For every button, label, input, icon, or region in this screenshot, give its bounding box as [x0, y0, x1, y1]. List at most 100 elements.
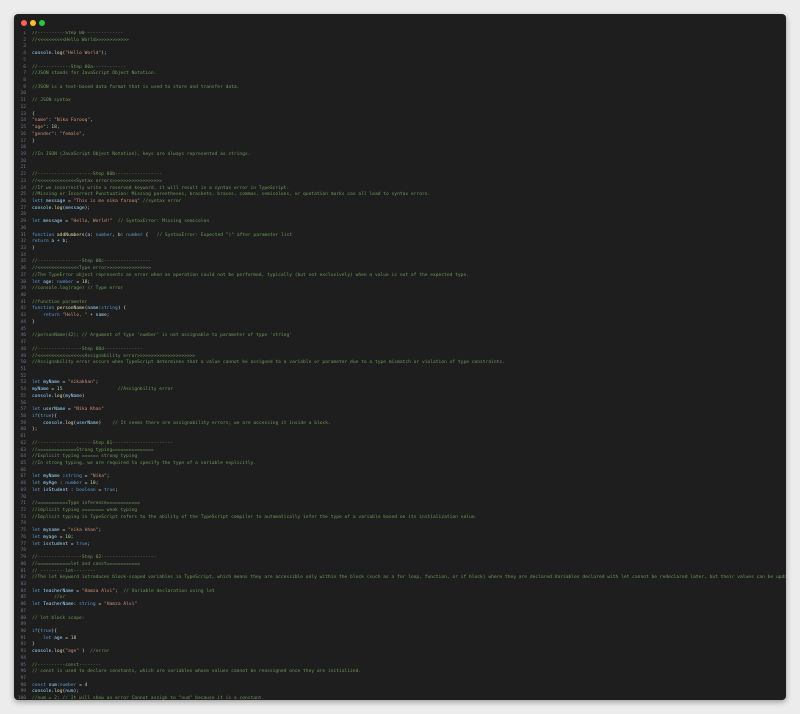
code-line[interactable]: 76 let myage = 10;	[14, 535, 786, 542]
code-line[interactable]: 1 //----------Step 00--------------	[14, 31, 786, 38]
code-line[interactable]: 36 //<<<<<<<<<<<<<<<Type error>>>>>>>>>>>…	[14, 266, 786, 273]
code-line[interactable]: 86 let TeacherName: string = "Hamza Alvi"	[14, 602, 786, 609]
code-line[interactable]: 55 console.log(myName)	[14, 394, 786, 401]
code-line[interactable]: 22 //--------------------Step 00b--------…	[14, 172, 786, 179]
code-line[interactable]: 16 "gender": "female",	[14, 132, 786, 139]
code-line[interactable]: 52	[14, 374, 786, 381]
code-token: ){	[51, 413, 57, 419]
code-line[interactable]: 92}	[14, 642, 786, 649]
code-line[interactable]: 42 function personName(name:string) {	[14, 306, 786, 313]
code-token: //----------------Step 02---------------…	[32, 555, 157, 561]
code-token: )	[79, 649, 91, 655]
code-line[interactable]: 31 function addNumbers(a: number, b: numb…	[14, 233, 786, 240]
code-line[interactable]: 84 let teacherName = "Hamza Alvi"; // Var…	[14, 589, 786, 596]
code-line[interactable]: 48 //----------------Step 00d------------…	[14, 347, 786, 354]
code-line[interactable]: 50 //Assignability error occurs when Type…	[14, 360, 786, 367]
code-line[interactable]: 62 //--------------------Step 01---------…	[14, 441, 786, 448]
code-token: // SyntaxError: Missing semicolon	[117, 219, 210, 225]
code-line[interactable]: 59 console.log(userName) // It seems the…	[14, 421, 786, 428]
code-line[interactable]: 79 //----------------Step 02-------------…	[14, 555, 786, 562]
code-line[interactable]: 68 let myAge : number = 10;	[14, 481, 786, 488]
code-token: "gender"	[32, 131, 55, 137]
code-line[interactable]: 83	[14, 582, 786, 589]
line-number: 72	[20, 508, 26, 514]
code-token: num	[48, 682, 57, 688]
code-line[interactable]: 61	[14, 434, 786, 441]
code-line[interactable]: 26 lett message = "This is me nika farooq…	[14, 199, 786, 206]
code-line[interactable]: 23 //<<<<<<<<<<<<<<Syntax errors>>>>>>>>>…	[14, 179, 786, 186]
code-line[interactable]: 30	[14, 226, 786, 233]
code-line[interactable]: 73//Implicit typing in TypeScript refers…	[14, 515, 786, 522]
code-line[interactable]: 80 //============let and const===========…	[14, 562, 786, 569]
code-line[interactable]: 65 //In strong typing, we are required to…	[14, 461, 786, 468]
code-line[interactable]: 33}	[14, 246, 786, 253]
code-line[interactable]: 93 console.log("age" ) //error	[14, 649, 786, 656]
code-line[interactable]: 18	[14, 145, 786, 152]
code-line[interactable]: 69 let isStudent : boolean = true;	[14, 488, 786, 495]
code-token: "Nika Khan"	[73, 407, 104, 413]
zoom-button[interactable]	[39, 20, 45, 26]
code-line[interactable]: 11 // JSON syntax	[14, 98, 786, 105]
code-line[interactable]: 41//function parameter	[14, 300, 786, 307]
code-line[interactable]: 46//personName(42); // Argument of type …	[14, 333, 786, 340]
code-line[interactable]: 40	[14, 293, 786, 300]
code-line[interactable]: 8	[14, 78, 786, 85]
code-line[interactable]: 91 let age = 18	[14, 636, 786, 643]
code-line[interactable]: 72 //implicit typing ======== weak typing	[14, 508, 786, 515]
code-line[interactable]: 57 let userName = "Nika Khan"	[14, 407, 786, 414]
code-line[interactable]: 96 // const is used to declare constants,…	[14, 669, 786, 676]
minimize-button[interactable]	[30, 20, 36, 26]
code-line[interactable]: 17}	[14, 139, 786, 146]
code-line[interactable]: 58 if(true){	[14, 414, 786, 421]
line-code: "gender": "female",	[32, 132, 85, 139]
code-line[interactable]: 38 let age: number = 18;	[14, 280, 786, 287]
code-line[interactable]: 29 let message = "Hello, World!" // Synta…	[14, 219, 786, 226]
code-line[interactable]: 98 const num:number = 4	[14, 683, 786, 690]
code-line[interactable]: 67 let myName :string = "Nika";	[14, 474, 786, 481]
code-line[interactable]: 9//JSON is a text-based data format that…	[14, 85, 786, 92]
code-line[interactable]: 75 let myname = "nika khan";	[14, 528, 786, 535]
code-line[interactable]: 10	[14, 91, 786, 98]
code-line[interactable]: 5	[14, 58, 786, 65]
line-code: //implicit typing ======== weak typing	[32, 508, 137, 515]
code-line[interactable]: 2//<<<<<<<<<<Hello World>>>>>>>>>>>>	[14, 38, 786, 45]
code-line[interactable]: 44}	[14, 320, 786, 327]
code-line[interactable]: 12	[14, 105, 786, 112]
code-line[interactable]: 20	[14, 159, 786, 166]
code-line[interactable]: 27 console.log(message);	[14, 206, 786, 213]
code-line[interactable]: 64 //Explicit typing ====== strong typing	[14, 454, 786, 461]
code-line[interactable]: 51	[14, 367, 786, 374]
code-line[interactable]: 43 return "Hello, " + name;	[14, 313, 786, 320]
code-line[interactable]: 25 //Missing or Incorrect Punctuation: Mi…	[14, 192, 786, 199]
code-line[interactable]: 97	[14, 676, 786, 683]
code-line[interactable]: 74	[14, 521, 786, 528]
code-line[interactable]: 47	[14, 340, 786, 347]
code-line[interactable]: 66	[14, 468, 786, 475]
code-line[interactable]: 39//console.log(rage) // Type error	[14, 286, 786, 293]
code-line[interactable]: 100 //num = 2; // It will show an error C…	[14, 696, 786, 700]
code-token: =	[62, 635, 71, 641]
code-line[interactable]: 82 //The let keyword introduces block-sco…	[14, 575, 786, 582]
code-line[interactable]: 54 myName = 15 //Assignbility error	[14, 387, 786, 394]
code-line[interactable]: 13{	[14, 112, 786, 119]
code-line[interactable]: 94	[14, 656, 786, 663]
code-token: //--------------------Step 01-----------…	[32, 440, 174, 446]
code-line[interactable]: 3	[14, 44, 786, 51]
code-line[interactable]: 4 console.log("Hello World");	[14, 51, 786, 58]
code-editor[interactable]: 1 //----------Step 00-------------- 2//<<<…	[14, 31, 786, 700]
code-token: =	[81, 481, 91, 487]
code-line[interactable]: 37 //The TypeError object represents an e…	[14, 273, 786, 280]
code-line[interactable]: 89	[14, 622, 786, 629]
code-line[interactable]: 7//JSON stands for JavaScript Object Not…	[14, 71, 786, 78]
code-line[interactable]: 77 let isstudent = true;	[14, 542, 786, 549]
code-line[interactable]: 56	[14, 401, 786, 408]
code-line[interactable]: 90 if(true){	[14, 629, 786, 636]
code-line[interactable]: 88// let block scope:	[14, 616, 786, 623]
close-button[interactable]	[21, 20, 27, 26]
code-line[interactable]: 87	[14, 609, 786, 616]
code-line[interactable]: 19 //In JSON (JavaScript Object Notation)…	[14, 152, 786, 159]
code-line[interactable]: 14 "name": "Nika Farooq",	[14, 118, 786, 125]
code-line[interactable]: 15 "age": 18,	[14, 125, 786, 132]
code-line[interactable]: 60};	[14, 427, 786, 434]
code-line[interactable]: 32 return a + b;	[14, 239, 786, 246]
